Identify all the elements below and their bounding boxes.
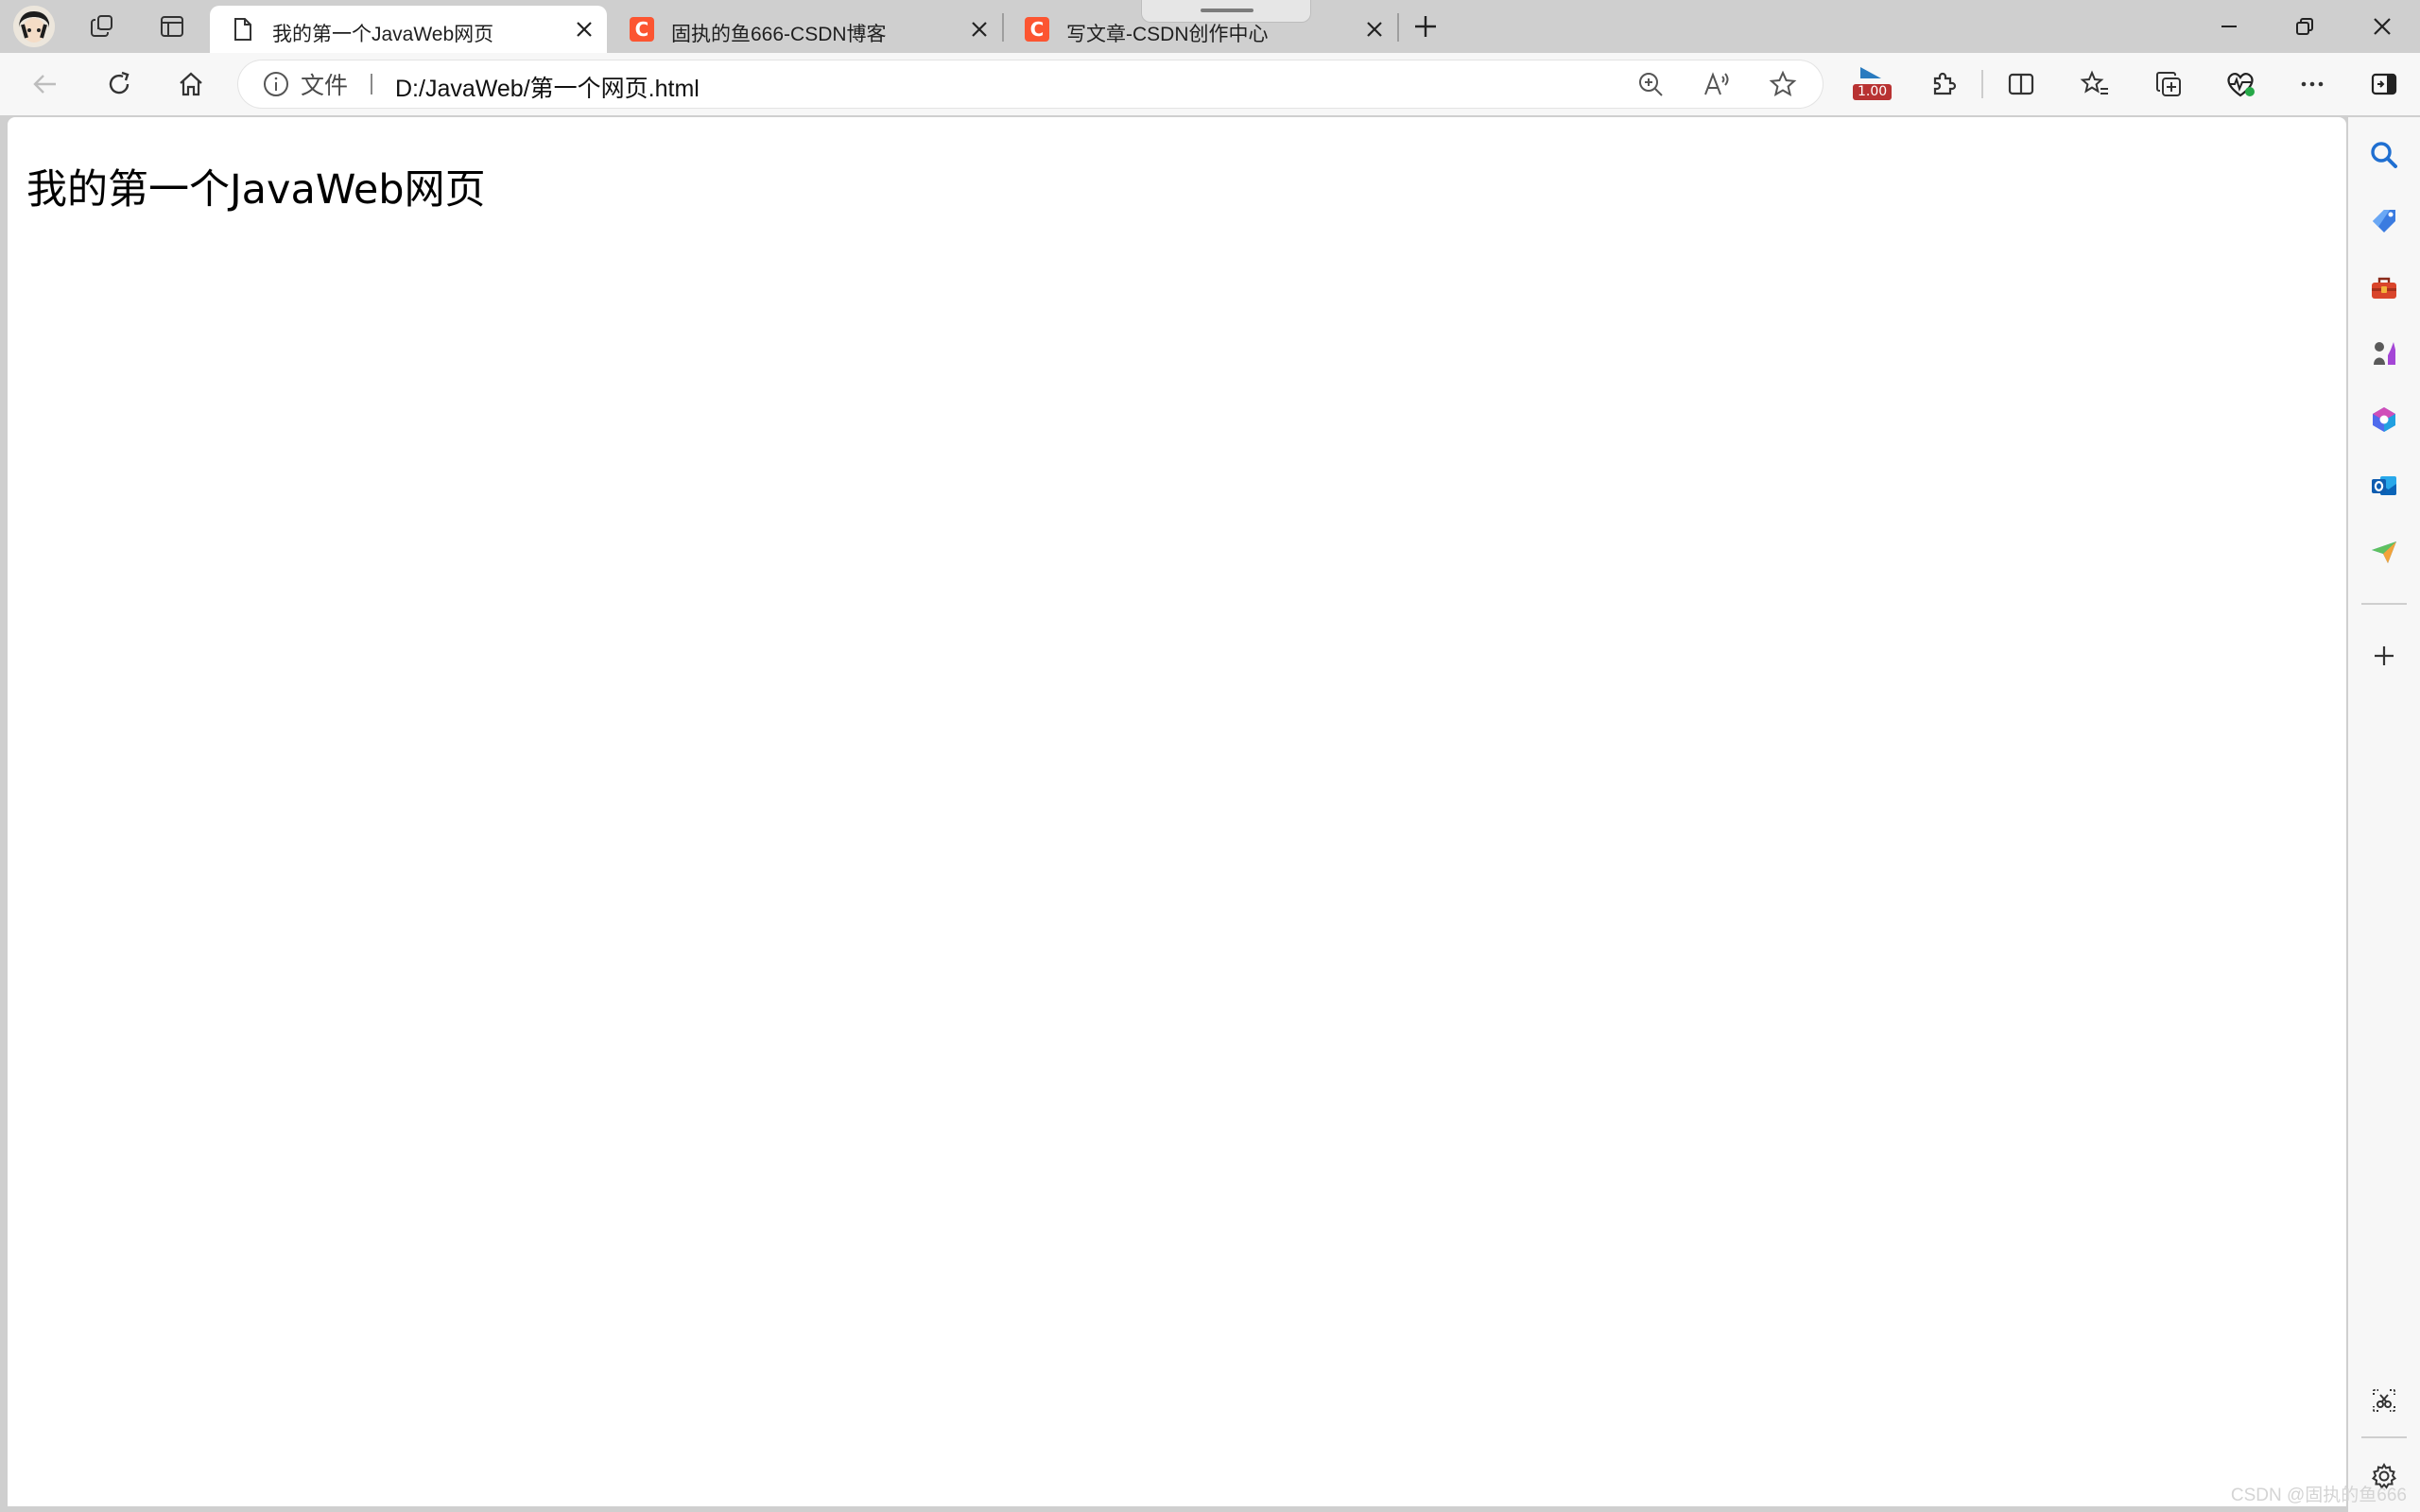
arrow-left-icon	[33, 75, 56, 94]
vertical-tabs-button[interactable]	[151, 8, 193, 45]
star-icon	[1769, 70, 1797, 97]
sidebar-screenshot-button[interactable]	[2361, 1378, 2407, 1423]
back-button[interactable]	[23, 63, 68, 105]
tab-csdn-blog[interactable]: C 固执的鱼666-CSDN博客	[609, 6, 1002, 53]
read-aloud-icon	[1704, 72, 1729, 95]
browser-essentials-button[interactable]	[2218, 63, 2263, 105]
puzzle-icon	[1933, 72, 1957, 95]
site-info-button[interactable]: 文件	[263, 68, 348, 100]
sidebar-search-button[interactable]	[2361, 132, 2407, 178]
site-info-label: 文件	[301, 73, 349, 99]
tab-close-button[interactable]	[968, 18, 991, 41]
sidebar-drop-button[interactable]	[2361, 529, 2407, 575]
favorites-list-icon	[2080, 70, 2108, 94]
read-aloud-button[interactable]	[1698, 66, 1736, 102]
sidebar-tools-button[interactable]	[2361, 265, 2407, 310]
profile-avatar[interactable]	[13, 6, 55, 47]
tab-javaweb-page[interactable]: 我的第一个JavaWeb网页	[210, 6, 607, 53]
sidebar-add-button[interactable]	[2361, 633, 2407, 679]
speed-badge: 1.00	[1853, 84, 1893, 100]
restore-button[interactable]	[2271, 6, 2339, 47]
close-icon	[2374, 18, 2391, 35]
csdn-icon: C	[630, 17, 654, 42]
workspaces-button[interactable]	[81, 8, 123, 45]
minimize-button[interactable]	[2195, 6, 2263, 47]
page-heading: 我的第一个JavaWeb网页	[26, 166, 486, 214]
collections-icon	[2156, 72, 2181, 96]
refresh-icon	[109, 71, 130, 94]
heart-pulse-icon	[2227, 73, 2255, 97]
more-menu-button[interactable]	[2290, 63, 2335, 105]
zoom-button[interactable]	[1632, 66, 1669, 102]
tab-actions-icon	[161, 16, 183, 37]
sidebar-shopping-button[interactable]	[2361, 198, 2407, 244]
watermark: CSDN @固执的鱼666	[2230, 1486, 2407, 1505]
outlook-icon	[2372, 476, 2396, 495]
paper-plane-icon	[2372, 541, 2396, 563]
file-icon	[231, 17, 255, 42]
sidebar-games-button[interactable]	[2361, 331, 2407, 376]
address-bar[interactable]: 文件 D:/JavaWeb/第一个网页.html	[238, 60, 1823, 108]
hide-sidebar-button[interactable]	[2361, 63, 2407, 105]
close-icon	[1367, 22, 1382, 37]
close-icon	[972, 22, 987, 37]
screenshot-icon	[2373, 1389, 2395, 1412]
refresh-button[interactable]	[96, 63, 142, 105]
toolbar-separator	[1981, 70, 1983, 98]
home-icon	[180, 72, 202, 96]
tab-strip: 我的第一个JavaWeb网页 C 固执的鱼666-CSDN博客 C 写文章-CS…	[0, 0, 2420, 53]
plus-icon	[2375, 646, 2394, 665]
url-text[interactable]: D:/JavaWeb/第一个网页.html	[395, 70, 700, 104]
split-screen-button[interactable]	[1998, 63, 2044, 105]
add-favorite-button[interactable]	[1764, 66, 1802, 102]
tab-title: 写文章-CSDN创作中心	[1066, 24, 1269, 45]
sidebar-m365-button[interactable]	[2361, 397, 2407, 442]
sidebar-separator	[2361, 1436, 2407, 1438]
tab-close-button[interactable]	[573, 18, 596, 41]
chess-pieces-icon	[2374, 342, 2395, 365]
address-separator	[371, 74, 372, 94]
sidebar-outlook-button[interactable]	[2361, 463, 2407, 508]
sidebar-toggle-icon	[2371, 73, 2397, 95]
home-button[interactable]	[168, 63, 214, 105]
plus-icon	[1415, 16, 1436, 37]
microsoft-365-icon	[2373, 407, 2395, 432]
restore-icon	[2296, 18, 2313, 35]
favorites-button[interactable]	[2072, 63, 2118, 105]
csdn-icon: C	[1025, 17, 1049, 42]
window-drag-handle[interactable]	[1141, 0, 1311, 23]
toolbox-icon	[2372, 277, 2396, 299]
close-window-button[interactable]	[2348, 6, 2416, 47]
avatar-image	[13, 6, 55, 47]
shopping-tag-icon	[2373, 210, 2395, 232]
minimize-icon	[2221, 26, 2237, 27]
zoom-in-icon	[1639, 73, 1663, 96]
sidebar-separator	[2361, 603, 2407, 605]
csdn-icon-glyph: C	[1025, 17, 1049, 42]
collections-button[interactable]	[2146, 63, 2191, 105]
tab-title: 我的第一个JavaWeb网页	[272, 24, 494, 45]
tab-separator	[1397, 13, 1399, 42]
search-icon	[2371, 142, 2397, 168]
extensions-button[interactable]	[1921, 63, 1966, 105]
page-content: 我的第一个JavaWeb网页	[8, 117, 2346, 1506]
tab-close-button[interactable]	[1363, 18, 1386, 41]
new-tab-button[interactable]	[1405, 8, 1446, 45]
more-icon	[2301, 81, 2324, 87]
close-icon	[577, 22, 592, 37]
tab-title: 固执的鱼666-CSDN博客	[671, 24, 887, 45]
csdn-icon-glyph: C	[630, 17, 654, 42]
split-screen-icon	[2008, 73, 2034, 95]
info-icon	[264, 72, 288, 96]
toolbar: 文件 D:/JavaWeb/第一个网页.html 1.00	[0, 53, 2420, 115]
extension-speed-button[interactable]: 1.00	[1847, 63, 1893, 105]
edge-sidebar	[2348, 117, 2420, 1512]
workspaces-icon	[91, 15, 112, 37]
